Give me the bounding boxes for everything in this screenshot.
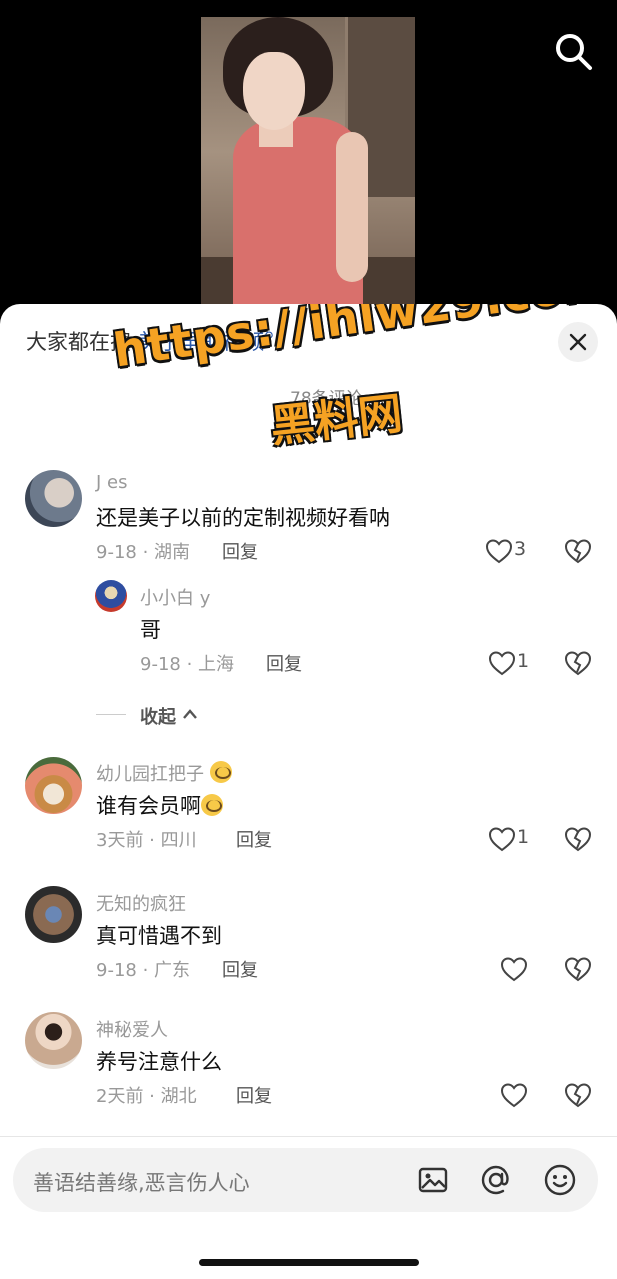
image-icon — [418, 1167, 448, 1193]
comment-text: 谁有会员啊 — [96, 790, 223, 820]
dislike-button[interactable] — [564, 538, 592, 566]
monocle-emoji-icon — [209, 761, 232, 783]
like-count: 1 — [517, 826, 530, 848]
close-button[interactable] — [558, 322, 598, 362]
like-button[interactable]: 1 — [488, 650, 548, 678]
comment-meta: 9-18 · 广东 — [96, 960, 191, 981]
bottom-divider — [0, 1136, 617, 1137]
comment-meta: 9-18 · 上海 — [140, 654, 235, 675]
username-text: 幼儿园扛把子 — [96, 764, 204, 785]
like-button[interactable]: 1 — [488, 826, 548, 854]
emoji-button[interactable] — [543, 1163, 577, 1197]
dislike-button[interactable] — [564, 956, 592, 984]
broken-heart-icon — [564, 957, 592, 982]
search-button[interactable] — [552, 30, 596, 74]
comment-username[interactable]: 无知的疯狂 — [96, 890, 186, 916]
hot-search[interactable]: 大家都在搜:美子早期视频⚲ — [26, 326, 274, 356]
like-count: 3 — [514, 538, 527, 560]
emoji-icon — [544, 1164, 576, 1196]
figure-arm — [336, 132, 368, 282]
comment-meta: 2天前 · 湖北 — [96, 1086, 197, 1107]
broken-heart-icon — [564, 827, 592, 852]
hot-search-prefix: 大家都在搜: — [26, 330, 139, 354]
like-button[interactable]: 3 — [485, 538, 545, 566]
comment-username[interactable]: 小小白 y — [140, 584, 210, 610]
dislike-button[interactable] — [564, 826, 592, 854]
comment-text: 真可惜遇不到 — [96, 924, 222, 948]
comment-username[interactable]: J es — [96, 472, 127, 493]
heart-icon — [485, 539, 513, 564]
comment-text: 还是美子以前的定制视频好看呐 — [96, 506, 390, 530]
search-small-icon: ⚲ — [264, 330, 274, 345]
close-icon — [569, 333, 587, 351]
comment-meta: 9-18 · 湖南 — [96, 542, 191, 563]
broken-heart-icon — [564, 539, 592, 564]
home-indicator[interactable] — [199, 1259, 419, 1266]
avatar[interactable] — [25, 470, 82, 527]
comment-text: 养号注意什么 — [96, 1050, 222, 1074]
broken-heart-icon — [564, 651, 592, 676]
reply-button[interactable]: 回复 — [266, 650, 302, 676]
comment-text-body: 谁有会员啊 — [96, 794, 201, 818]
video-thumbnail[interactable] — [201, 17, 415, 317]
image-button[interactable] — [416, 1163, 450, 1197]
mention-button[interactable] — [479, 1163, 513, 1197]
like-button[interactable] — [500, 956, 528, 984]
at-icon — [481, 1165, 509, 1195]
sheet-header: 大家都在搜:美子早期视频⚲ — [0, 304, 617, 382]
avatar[interactable] — [25, 757, 82, 814]
like-button[interactable] — [500, 1082, 528, 1110]
heart-icon — [488, 827, 516, 852]
video-area[interactable] — [0, 0, 617, 330]
comment-input[interactable]: 善语结善缘,恶言伤人心 — [13, 1148, 598, 1212]
search-icon — [556, 34, 592, 70]
dislike-button[interactable] — [564, 650, 592, 678]
dislike-button[interactable] — [564, 1082, 592, 1110]
comment-username[interactable]: 神秘爱人 — [96, 1016, 168, 1042]
reply-button[interactable]: 回复 — [222, 538, 258, 564]
comment-count: 78条评论 — [290, 389, 363, 409]
reply-button[interactable]: 回复 — [236, 826, 272, 852]
avatar[interactable] — [25, 1012, 82, 1069]
heart-icon — [500, 957, 528, 982]
reply-button[interactable]: 回复 — [236, 1082, 272, 1108]
pleading-emoji-icon — [201, 794, 223, 816]
reply-button[interactable]: 回复 — [222, 956, 258, 982]
collapse-label: 收起 — [140, 707, 176, 728]
heart-icon — [488, 651, 516, 676]
avatar[interactable] — [25, 886, 82, 943]
avatar[interactable] — [95, 580, 127, 612]
heart-icon — [500, 1083, 528, 1108]
partial-comment-row — [0, 418, 617, 432]
broken-heart-icon — [564, 1083, 592, 1108]
like-count: 1 — [517, 650, 530, 672]
hot-search-keyword[interactable]: 美子早期视频 — [138, 330, 264, 354]
input-placeholder: 善语结善缘,恶言伤人心 — [33, 1171, 250, 1195]
comment-meta: 3天前 · 四川 — [96, 830, 197, 851]
comment-username[interactable]: 幼儿园扛把子 — [96, 760, 232, 786]
comment-text: 哥 — [140, 618, 161, 642]
comment-sheet: 大家都在搜:美子早期视频⚲ 78条评论 https://ihlw29.com 黑… — [0, 304, 617, 1279]
figure-face — [243, 52, 305, 130]
chevron-up-icon — [183, 709, 197, 719]
divider-line — [96, 714, 126, 715]
